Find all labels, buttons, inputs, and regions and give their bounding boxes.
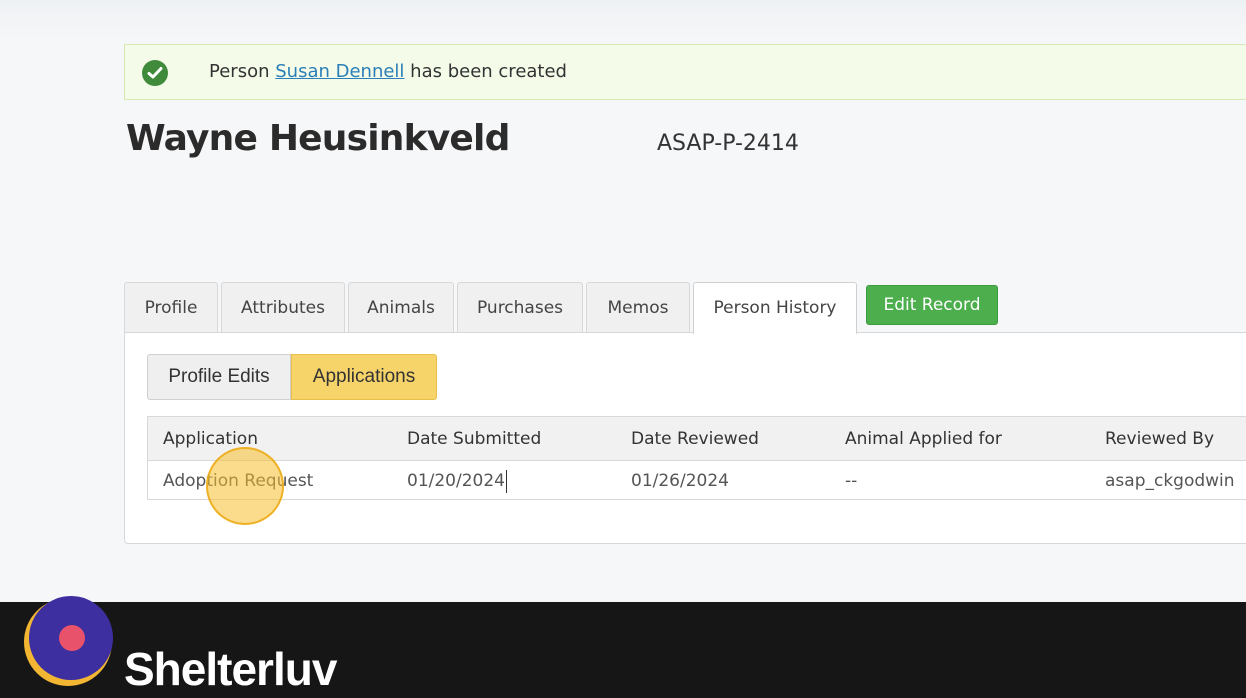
brand-name: Shelterluv <box>124 643 337 695</box>
created-person-link[interactable]: Susan Dennell <box>275 61 404 82</box>
click-indicator <box>206 447 284 525</box>
applications-table: Application Date Submitted Date Reviewed… <box>147 416 1246 500</box>
subtab-applications[interactable]: Applications <box>291 354 437 400</box>
person-record-page: Person Susan Dennell has been created Wa… <box>0 0 1246 602</box>
reviewed-by-cell: asap_ckgodwin <box>1105 471 1235 491</box>
animal-applied-cell: -- <box>845 471 858 491</box>
column-header[interactable]: Application <box>163 429 258 449</box>
tab-person-history[interactable]: Person History <box>693 282 857 334</box>
column-header[interactable]: Date Submitted <box>407 429 541 449</box>
table-row[interactable]: Adoption Request 01/20/2024 01/26/2024 -… <box>148 461 1246 499</box>
alert-suffix: has been created <box>410 61 567 82</box>
shelterluv-logo-icon <box>24 596 113 686</box>
date-submitted-cell: 01/20/2024 <box>407 471 505 491</box>
tab-attributes[interactable]: Attributes <box>221 282 345 332</box>
date-reviewed-cell: 01/26/2024 <box>631 471 729 491</box>
tab-memos[interactable]: Memos <box>586 282 690 332</box>
person-id: ASAP-P-2414 <box>657 131 799 156</box>
tab-animals[interactable]: Animals <box>348 282 454 332</box>
alert-prefix: Person <box>209 61 270 82</box>
page-title: Wayne Heusinkveld <box>126 118 510 159</box>
tab-profile[interactable]: Profile <box>124 282 218 332</box>
edit-record-button[interactable]: Edit Record <box>866 285 998 325</box>
success-alert: Person Susan Dennell has been created <box>124 44 1246 100</box>
column-header[interactable]: Date Reviewed <box>631 429 759 449</box>
column-header[interactable]: Reviewed By <box>1105 429 1214 449</box>
text-cursor <box>506 470 507 493</box>
alert-message: Person Susan Dennell has been created <box>209 61 567 82</box>
column-header[interactable]: Animal Applied for <box>845 429 1002 449</box>
tab-purchases[interactable]: Purchases <box>457 282 583 332</box>
subtab-profile-edits[interactable]: Profile Edits <box>147 354 291 400</box>
table-header: Application Date Submitted Date Reviewed… <box>148 417 1246 461</box>
check-circle-icon <box>142 60 168 86</box>
